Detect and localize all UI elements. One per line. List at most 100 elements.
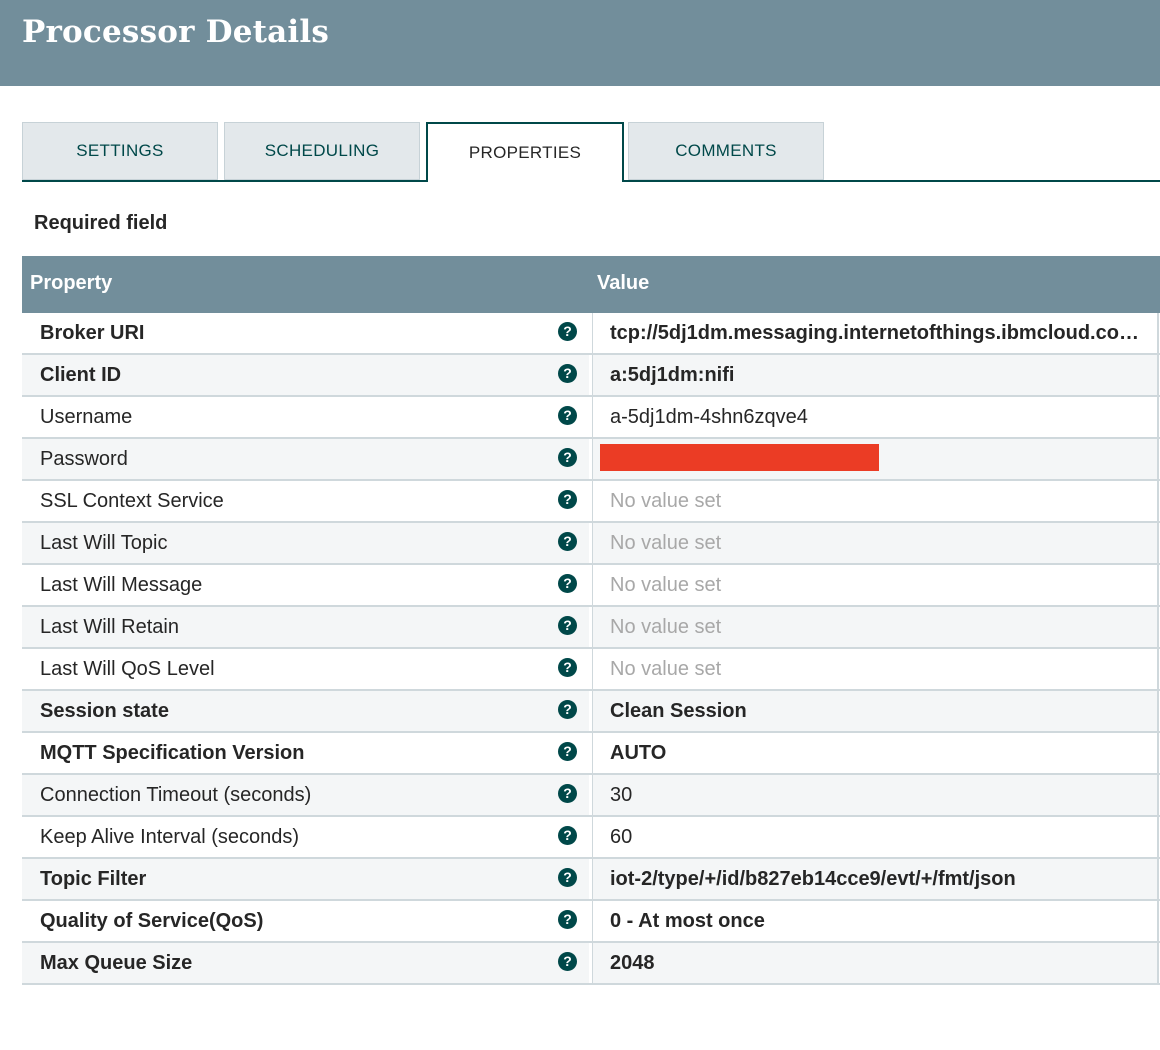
property-name-cell: Topic Filter? [22,859,589,899]
property-value-cell[interactable]: Clean Session [592,691,1159,731]
tab-scheduling[interactable]: SCHEDULING [224,122,420,180]
property-name: Quality of Service(QoS) [40,910,264,932]
column-header-property: Property [30,272,113,294]
property-name: Last Will Topic [40,532,168,554]
properties-table: Property Value Broker URI? tcp://5dj1dm.m… [22,256,1160,985]
help-circle-icon[interactable]: ? [558,952,577,971]
property-name: Client ID [40,364,122,386]
redacted-value [600,444,879,471]
property-value[interactable]: iot-2/type/+/id/b827eb14cce9/evt/+/fmt/j… [610,868,1150,891]
property-value[interactable]: 60 [610,826,1150,849]
property-name-cell: Max Queue Size? [22,943,589,983]
property-value[interactable]: No value set [610,616,1150,639]
property-name: MQTT Specification Version [40,742,305,764]
table-row: Connection Timeout (seconds)? 30 [22,775,1160,817]
table-row: Broker URI? tcp://5dj1dm.messaging.intern… [22,313,1160,355]
help-circle-icon[interactable]: ? [558,658,577,677]
property-name-cell: Session state? [22,691,589,731]
property-name: Last Will QoS Level [40,658,215,680]
property-value-cell[interactable]: 2048 [592,943,1159,983]
column-header-value: Value [597,272,650,294]
property-value[interactable]: a:5dj1dm:nifi [610,364,1150,387]
property-value-cell[interactable]: 30 [592,775,1159,815]
property-name-cell: Last Will Message? [22,565,589,605]
help-circle-icon[interactable]: ? [558,742,577,761]
table-row: Password? [22,439,1160,481]
help-circle-icon[interactable]: ? [558,700,577,719]
tab-bar: SETTINGS SCHEDULING PROPERTIES COMMENTS [22,122,1160,182]
property-value[interactable]: AUTO [610,742,1150,765]
property-value[interactable]: 2048 [610,952,1150,975]
help-circle-icon[interactable]: ? [558,406,577,425]
property-value[interactable]: No value set [610,574,1150,597]
property-value-cell[interactable]: 60 [592,817,1159,857]
table-row: Session state? Clean Session [22,691,1160,733]
property-value-cell[interactable] [592,439,1159,479]
property-name-cell: MQTT Specification Version? [22,733,589,773]
property-value[interactable]: a-5dj1dm-4shn6zqve4 [610,406,1150,429]
help-circle-icon[interactable]: ? [558,532,577,551]
dialog-title: Processor Details [22,14,330,50]
property-name-cell: Client ID? [22,355,589,395]
property-name: Topic Filter [40,868,147,890]
property-value-cell[interactable]: iot-2/type/+/id/b827eb14cce9/evt/+/fmt/j… [592,859,1159,899]
property-value-cell[interactable]: tcp://5dj1dm.messaging.internetofthings.… [592,313,1159,353]
property-name-cell: Last Will Retain? [22,607,589,647]
tab-properties[interactable]: PROPERTIES [426,122,624,182]
property-value[interactable]: Clean Session [610,700,1150,723]
table-row: Last Will Retain? No value set [22,607,1160,649]
property-value-cell[interactable]: a-5dj1dm-4shn6zqve4 [592,397,1159,437]
property-value-cell[interactable]: No value set [592,565,1159,605]
property-name: Max Queue Size [40,952,193,974]
property-value-cell[interactable]: 0 - At most once [592,901,1159,941]
dialog-header: Processor Details [0,0,1160,86]
help-circle-icon[interactable]: ? [558,490,577,509]
property-name: Broker URI [40,322,145,344]
table-row: Topic Filter? iot-2/type/+/id/b827eb14cce… [22,859,1160,901]
property-name: Keep Alive Interval (seconds) [40,826,300,848]
property-value-cell[interactable]: No value set [592,607,1159,647]
table-row: Username? a-5dj1dm-4shn6zqve4 [22,397,1160,439]
property-name-cell: Last Will QoS Level? [22,649,589,689]
help-circle-icon[interactable]: ? [558,574,577,593]
property-value[interactable]: No value set [610,532,1150,555]
property-value[interactable]: 0 - At most once [610,910,1150,933]
help-circle-icon[interactable]: ? [558,448,577,467]
help-circle-icon[interactable]: ? [558,616,577,635]
table-row: Last Will Message? No value set [22,565,1160,607]
property-name-cell: Keep Alive Interval (seconds)? [22,817,589,857]
property-name: Last Will Message [40,574,203,596]
tab-comments[interactable]: COMMENTS [628,122,824,180]
table-row: MQTT Specification Version? AUTO [22,733,1160,775]
table-row: Quality of Service(QoS)? 0 - At most once [22,901,1160,943]
tab-settings[interactable]: SETTINGS [22,122,218,180]
table-body: Broker URI? tcp://5dj1dm.messaging.intern… [22,313,1160,985]
help-circle-icon[interactable]: ? [558,826,577,845]
property-name: Password [40,448,128,470]
help-circle-icon[interactable]: ? [558,322,577,341]
property-name-cell: Password? [22,439,589,479]
property-value-cell[interactable]: a:5dj1dm:nifi [592,355,1159,395]
property-value[interactable]: 30 [610,784,1150,807]
property-name: Last Will Retain [40,616,179,638]
help-circle-icon[interactable]: ? [558,910,577,929]
table-row: Last Will Topic? No value set [22,523,1160,565]
property-name: Connection Timeout (seconds) [40,784,312,806]
table-row: Last Will QoS Level? No value set [22,649,1160,691]
property-value-cell[interactable]: No value set [592,649,1159,689]
property-name-cell: Last Will Topic? [22,523,589,563]
required-field-label: Required field [34,212,168,234]
help-circle-icon[interactable]: ? [558,364,577,383]
property-value[interactable]: No value set [610,658,1150,681]
property-value-cell[interactable]: No value set [592,481,1159,521]
property-value[interactable]: No value set [610,490,1150,513]
property-name-cell: Connection Timeout (seconds)? [22,775,589,815]
table-row: Max Queue Size? 2048 [22,943,1160,985]
property-value-cell[interactable]: AUTO [592,733,1159,773]
property-value[interactable]: tcp://5dj1dm.messaging.internetofthings.… [610,322,1150,345]
property-value-cell[interactable]: No value set [592,523,1159,563]
property-name: SSL Context Service [40,490,224,512]
table-row: Keep Alive Interval (seconds)? 60 [22,817,1160,859]
help-circle-icon[interactable]: ? [558,868,577,887]
help-circle-icon[interactable]: ? [558,784,577,803]
